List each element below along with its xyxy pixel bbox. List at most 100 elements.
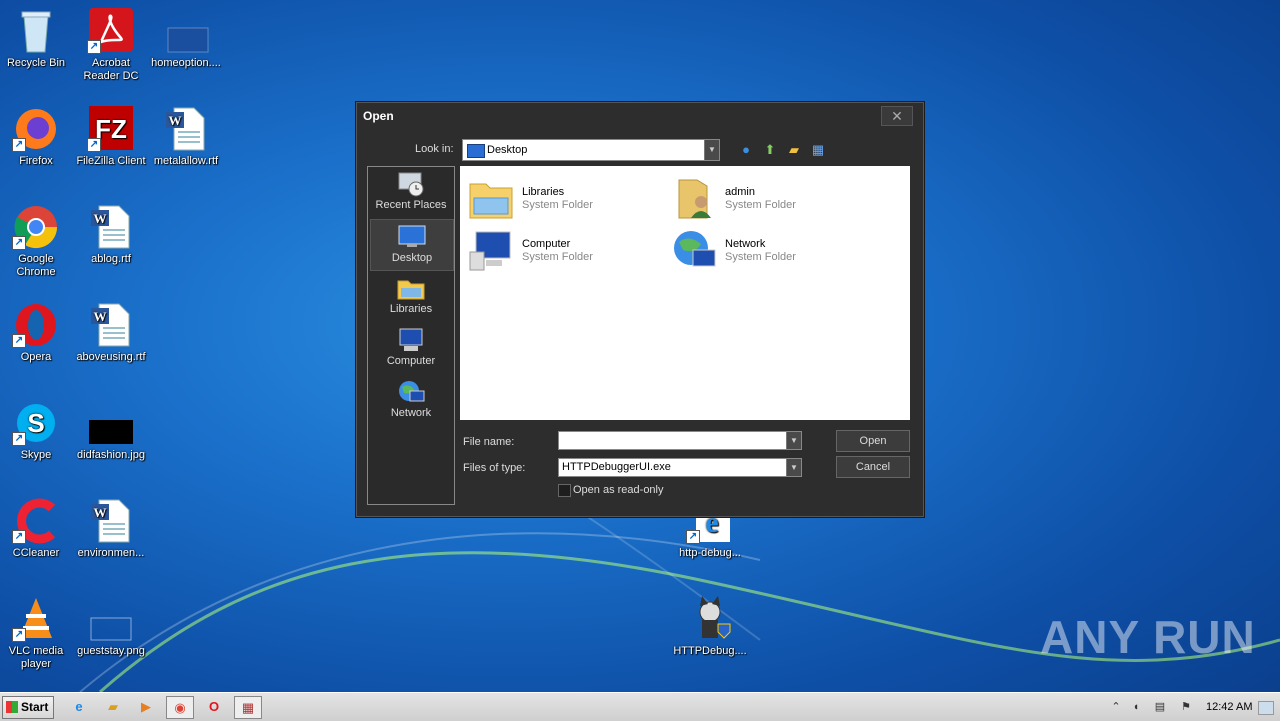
back-arrow-icon: ●: [742, 142, 750, 157]
show-hidden-icons-button[interactable]: ⌃: [1108, 699, 1124, 715]
chevron-down-icon[interactable]: ▼: [704, 140, 719, 160]
action-center-tray-icon[interactable]: ⚑: [1178, 699, 1194, 715]
word-document-icon: W: [87, 302, 135, 348]
desktop-icon-label: Acrobat Reader DC: [83, 57, 139, 82]
read-only-label: Open as read-only: [573, 484, 664, 496]
libraries-folder-icon: [396, 275, 426, 301]
user-folder-icon: [671, 176, 717, 220]
desktop-icon: [397, 224, 427, 250]
desktop-icon-skype[interactable]: S ↗ Skype: [0, 400, 74, 462]
place-libraries[interactable]: Libraries: [370, 271, 452, 321]
shortcut-arrow-icon: ↗: [12, 236, 26, 250]
desktop-icon-label: metalallow.rtf: [153, 155, 219, 167]
back-button[interactable]: ●: [737, 141, 755, 159]
look-in-dropdown[interactable]: Desktop ▼: [462, 139, 720, 161]
folder-icon: ▰: [108, 699, 118, 714]
file-name: admin: [725, 186, 755, 198]
read-only-checkbox[interactable]: [558, 484, 571, 497]
desktop-icon-label: ablog.rtf: [91, 253, 131, 265]
image-thumbnail-icon: [87, 596, 135, 642]
desktop-icon-google-chrome[interactable]: ↗ Google Chrome: [0, 204, 74, 279]
place-label: Network: [390, 407, 432, 419]
view-grid-icon: ▦: [811, 142, 825, 157]
place-computer[interactable]: Computer: [370, 323, 452, 373]
desktop-icon-label: environmen...: [77, 547, 145, 559]
up-one-level-button[interactable]: ⬆: [761, 141, 779, 159]
file-type: System Folder: [522, 251, 593, 263]
desktop-icon-vlc[interactable]: ↗ VLC media player: [0, 596, 74, 671]
recycle-bin-icon: [12, 8, 60, 54]
desktop-icon-homeoption[interactable]: homeoption....: [148, 8, 224, 70]
show-desktop-button[interactable]: [1258, 701, 1274, 715]
desktop-icon-ccleaner[interactable]: ↗ CCleaner: [0, 498, 74, 560]
desktop-icon-environmen-rtf[interactable]: W environmen...: [73, 498, 149, 560]
desktop-icon-label: HTTPDebug....: [673, 645, 747, 657]
up-folder-icon: ⬆: [764, 142, 776, 157]
place-desktop[interactable]: Desktop: [370, 219, 454, 271]
look-in-label: Look in:: [415, 143, 454, 155]
place-label: Libraries: [389, 303, 433, 315]
taskbar-media-player[interactable]: ▶: [133, 696, 159, 717]
file-item-network[interactable]: Network System Folder: [667, 224, 857, 272]
file-item-admin[interactable]: admin System Folder: [667, 172, 857, 220]
file-item-libraries[interactable]: Libraries System Folder: [464, 172, 654, 220]
file-type: System Folder: [522, 199, 593, 211]
desktop-icon-metalallow-rtf[interactable]: W metalallow.rtf: [148, 106, 224, 168]
watermark-text: ANY RUN: [1040, 611, 1256, 663]
view-menu-button[interactable]: ▦: [809, 141, 827, 159]
chevron-up-icon: ⌃: [1111, 701, 1121, 713]
chevron-down-icon[interactable]: ▼: [786, 432, 801, 449]
desktop-icon-opera[interactable]: ↗ Opera: [0, 302, 74, 364]
files-of-type-label: Files of type:: [463, 462, 526, 474]
desktop-icon-aboveusing-rtf[interactable]: W aboveusing.rtf: [73, 302, 149, 364]
desktop-icon-label: didfashion.jpg: [77, 449, 145, 461]
files-of-type-dropdown[interactable]: HTTPDebuggerUI.exe ▼: [558, 458, 802, 477]
taskbar-explorer[interactable]: ▰: [100, 696, 126, 717]
file-item-computer[interactable]: Computer System Folder: [464, 224, 654, 272]
shortcut-arrow-icon: ↗: [12, 432, 26, 446]
place-network[interactable]: Network: [370, 375, 452, 425]
file-name-label: File name:: [463, 436, 515, 448]
desktop-icon-httpdebugger-exe[interactable]: HTTPDebug....: [672, 596, 748, 658]
file-name-input[interactable]: ▼: [558, 431, 802, 450]
look-in-value: Desktop: [487, 144, 528, 156]
start-button[interactable]: Start: [2, 696, 54, 719]
desktop-icon-ablog-rtf[interactable]: W ablog.rtf: [73, 204, 149, 266]
desktop-icon-acrobat[interactable]: ↗ Acrobat Reader DC: [73, 8, 149, 83]
anyrun-watermark: ANY RUN: [1040, 610, 1256, 664]
desktop-icon-gueststay-png[interactable]: gueststay.png: [73, 596, 149, 658]
network-tray-icon[interactable]: ▤: [1152, 699, 1168, 715]
desktop-icon-recycle-bin[interactable]: Recycle Bin: [0, 8, 74, 70]
desktop-icon-firefox[interactable]: ↗ Firefox: [0, 106, 74, 168]
chevron-down-icon[interactable]: ▼: [786, 459, 801, 476]
clock[interactable]: 12:42 AM: [1206, 701, 1252, 713]
file-name: Network: [725, 238, 766, 250]
file-type: System Folder: [725, 199, 796, 211]
chrome-icon: ↗: [12, 204, 60, 250]
desktop-icon-label: VLC media player: [8, 645, 64, 670]
computer-icon: [396, 327, 426, 353]
taskbar-chrome[interactable]: ◉: [166, 696, 194, 719]
new-folder-button[interactable]: ▰: [785, 141, 803, 159]
shortcut-arrow-icon: ↗: [12, 530, 26, 544]
file-type: System Folder: [725, 251, 796, 263]
taskbar-opera[interactable]: O: [201, 696, 227, 717]
place-recent-places[interactable]: Recent Places: [370, 167, 452, 217]
taskbar-internet-explorer[interactable]: e: [66, 696, 92, 717]
shortcut-arrow-icon: ↗: [686, 530, 700, 544]
shortcut-arrow-icon: ↗: [87, 40, 101, 54]
cancel-button[interactable]: Cancel: [836, 456, 910, 478]
skype-icon: S ↗: [12, 400, 60, 446]
volume-tray-icon[interactable]: ◖: [1128, 699, 1144, 715]
taskbar-httpdebugger[interactable]: ▦: [234, 696, 262, 719]
files-of-type-value: HTTPDebuggerUI.exe: [562, 461, 671, 473]
close-button[interactable]: ✕: [881, 106, 913, 126]
svg-text:W: W: [94, 211, 107, 226]
desktop-icon-filezilla[interactable]: FZ ↗ FileZilla Client: [73, 106, 149, 168]
shortcut-arrow-icon: ↗: [12, 628, 26, 642]
filezilla-icon: FZ ↗: [87, 106, 135, 152]
desktop-icon-didfashion-jpg[interactable]: didfashion.jpg: [73, 400, 149, 462]
shortcut-arrow-icon: ↗: [12, 138, 26, 152]
dialog-title: Open: [363, 109, 394, 123]
open-button[interactable]: Open: [836, 430, 910, 452]
